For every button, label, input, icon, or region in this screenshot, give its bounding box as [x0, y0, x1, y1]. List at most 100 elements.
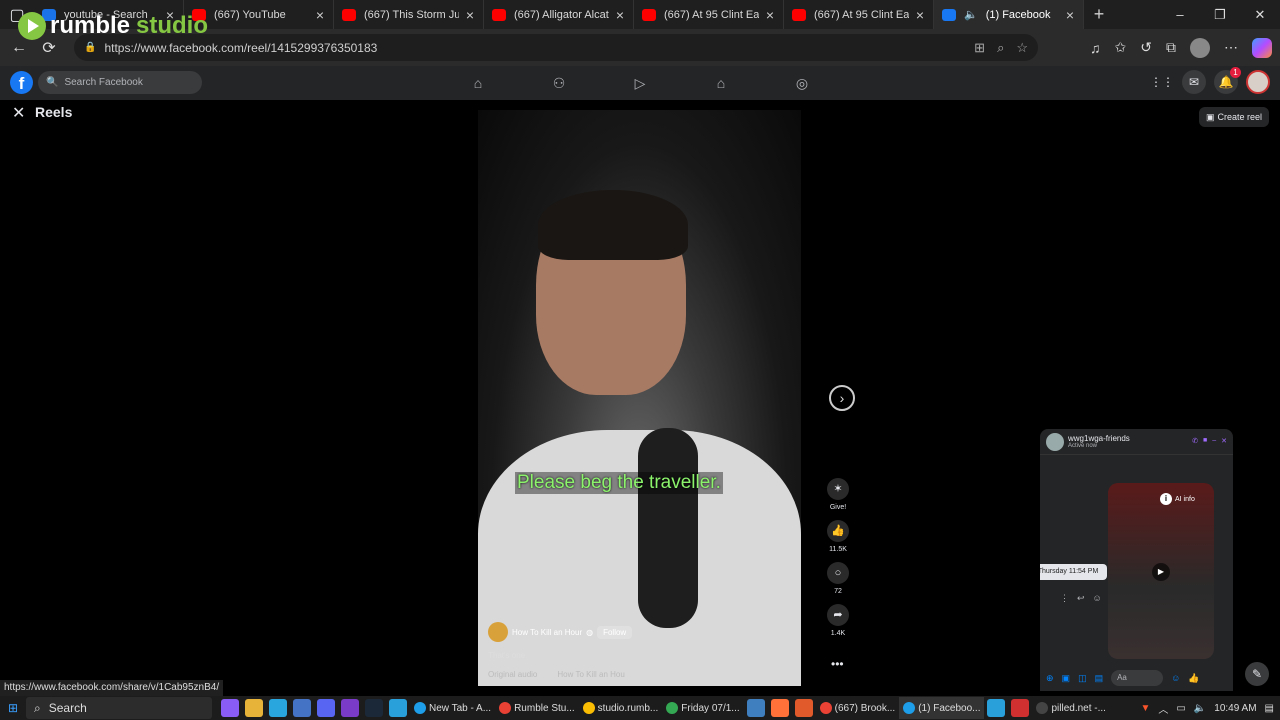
more-menu-icon[interactable]: ⋯: [1224, 39, 1238, 56]
taskbar-app[interactable]: New Tab - A...: [410, 697, 495, 719]
telegram-icon[interactable]: [389, 699, 407, 717]
favorite-star-icon[interactable]: ☆: [1016, 40, 1028, 56]
chat-message-input[interactable]: Aa: [1111, 670, 1164, 686]
copilot-taskbar-icon[interactable]: [221, 699, 239, 717]
chat-header[interactable]: wwg1wga-friends Active now ✆ ■ – ✕: [1040, 429, 1233, 455]
back-icon[interactable]: ←: [4, 39, 34, 57]
close-tab-icon[interactable]: ×: [313, 7, 327, 23]
thumbs-up-icon[interactable]: 👍: [1188, 673, 1199, 684]
new-message-icon[interactable]: ✎: [1245, 662, 1269, 686]
speaker-icon[interactable]: 🔈: [964, 8, 978, 21]
video-call-icon[interactable]: ■: [1203, 437, 1207, 445]
browser-tab[interactable]: (667) At 95 Clint East ×: [784, 0, 934, 29]
app-available-icon[interactable]: ⊞: [974, 40, 985, 56]
home-icon[interactable]: ⌂: [463, 66, 493, 100]
app-icon[interactable]: [746, 699, 765, 717]
menu-grid-icon[interactable]: ⋮⋮: [1150, 75, 1174, 89]
chat-video-message[interactable]: i AI info ▶: [1108, 483, 1214, 659]
extensions-icon[interactable]: ⧉: [1166, 39, 1176, 56]
marketplace-icon[interactable]: ⌂: [706, 66, 736, 100]
close-tab-icon[interactable]: ×: [763, 7, 777, 23]
browser-tab-active[interactable]: 🔈 (1) Facebook ×: [934, 0, 1084, 29]
profile-avatar[interactable]: [1190, 37, 1210, 58]
reel-audio-row[interactable]: Original audio How To Kill an Hou: [488, 670, 625, 679]
browser-tab[interactable]: (667) Alligator Alcatr ×: [484, 0, 634, 29]
taskbar-search[interactable]: ⌕ Search: [26, 697, 212, 719]
close-chat-icon[interactable]: ✕: [1221, 437, 1227, 445]
close-tab-icon[interactable]: ×: [1063, 7, 1077, 23]
firefox-icon[interactable]: [770, 699, 789, 717]
steam-icon[interactable]: [365, 699, 383, 717]
account-avatar[interactable]: [1246, 70, 1270, 94]
gaming-icon[interactable]: ◎: [787, 66, 817, 100]
taskbar-app-active[interactable]: (1) Faceboo...: [899, 697, 985, 719]
close-tab-icon[interactable]: ×: [463, 7, 477, 23]
notifications-icon[interactable]: 🔔 1: [1214, 67, 1241, 94]
read-aloud-icon[interactable]: ♫: [1090, 40, 1101, 56]
clock[interactable]: 10:49 AM: [1214, 703, 1256, 714]
emoji-icon[interactable]: ☺: [1171, 673, 1180, 683]
telegram-icon[interactable]: [987, 699, 1006, 717]
browser-tab[interactable]: (667) At 95 Clint East ×: [634, 0, 784, 29]
lock-icon[interactable]: 🔒: [84, 42, 96, 53]
give-action[interactable]: ✶ Give!: [822, 478, 854, 511]
app-icon[interactable]: [1011, 699, 1030, 717]
notification-center-icon[interactable]: ▤: [1265, 703, 1274, 714]
taskbar-app[interactable]: (667) Brook...: [816, 697, 900, 719]
refresh-icon[interactable]: ⟳: [34, 38, 64, 58]
close-tab-icon[interactable]: ×: [913, 7, 927, 23]
volume-icon[interactable]: 🔈: [1194, 703, 1206, 714]
author-name[interactable]: How To Kill an Hour: [512, 628, 582, 637]
app-icon[interactable]: [794, 699, 813, 717]
app-icon[interactable]: [293, 699, 311, 717]
add-icon[interactable]: ⊕: [1046, 673, 1054, 684]
more-icon[interactable]: ⋮: [1060, 593, 1069, 604]
history-icon[interactable]: ↺: [1140, 39, 1152, 56]
app-icon[interactable]: [341, 699, 359, 717]
file-explorer-icon[interactable]: [245, 699, 263, 717]
facebook-logo-icon[interactable]: f: [10, 71, 33, 94]
minimize-chat-icon[interactable]: –: [1212, 437, 1216, 445]
friends-icon[interactable]: ⚇: [544, 66, 574, 100]
photo-icon[interactable]: ▣: [1062, 673, 1071, 684]
ai-info-badge[interactable]: i AI info: [1160, 493, 1195, 505]
more-options-icon[interactable]: •••: [831, 657, 844, 671]
app-icon[interactable]: [269, 699, 287, 717]
next-reel-button[interactable]: ›: [829, 385, 855, 411]
taskbar-app[interactable]: Rumble Stu...: [495, 697, 579, 719]
react-icon[interactable]: ☺: [1093, 593, 1102, 604]
new-tab-button[interactable]: +: [1084, 4, 1114, 25]
zoom-icon[interactable]: ⌕: [997, 40, 1004, 56]
video-icon[interactable]: ▷: [625, 66, 655, 100]
follow-button[interactable]: Follow: [597, 625, 633, 639]
messenger-icon[interactable]: ✉: [1182, 70, 1206, 94]
restore-icon[interactable]: ❐: [1200, 0, 1240, 29]
gif-icon[interactable]: ▤: [1095, 673, 1104, 684]
close-reels-icon[interactable]: ✕: [12, 103, 25, 123]
close-tab-icon[interactable]: ×: [613, 7, 627, 23]
tray-chevron-icon[interactable]: ︿: [1158, 701, 1168, 716]
favorites-icon[interactable]: ✩: [1115, 39, 1127, 56]
close-window-icon[interactable]: ✕: [1240, 0, 1280, 29]
play-icon[interactable]: ▶: [1152, 563, 1170, 581]
minimize-icon[interactable]: –: [1160, 0, 1200, 29]
taskbar-app[interactable]: pilled.net -...: [1032, 697, 1109, 719]
network-icon[interactable]: ▭: [1176, 703, 1185, 714]
author-avatar[interactable]: [488, 622, 508, 642]
create-reel-button[interactable]: ▣ Create reel: [1199, 107, 1269, 127]
windows-start-icon[interactable]: ⊞: [0, 701, 26, 715]
facebook-search-input[interactable]: 🔍 Search Facebook: [38, 71, 202, 94]
discord-icon[interactable]: [317, 699, 335, 717]
url-field[interactable]: 🔒 https://www.facebook.com/reel/14152993…: [74, 34, 1038, 61]
copilot-icon[interactable]: [1252, 37, 1272, 58]
browser-tab[interactable]: (667) This Storm Just ×: [334, 0, 484, 29]
share-action[interactable]: ➦ 1.4K: [822, 604, 854, 637]
reply-icon[interactable]: ↩: [1077, 593, 1085, 604]
sticker-icon[interactable]: ◫: [1078, 673, 1087, 684]
reel-video[interactable]: Please beg the traveller. How To Kill an…: [478, 110, 801, 686]
taskbar-app[interactable]: studio.rumb...: [579, 697, 663, 719]
call-icon[interactable]: ✆: [1192, 437, 1198, 445]
comment-action[interactable]: ○ 72: [822, 562, 854, 595]
taskbar-app[interactable]: Friday 07/1...: [662, 697, 743, 719]
brave-icon[interactable]: ▼: [1140, 703, 1150, 714]
